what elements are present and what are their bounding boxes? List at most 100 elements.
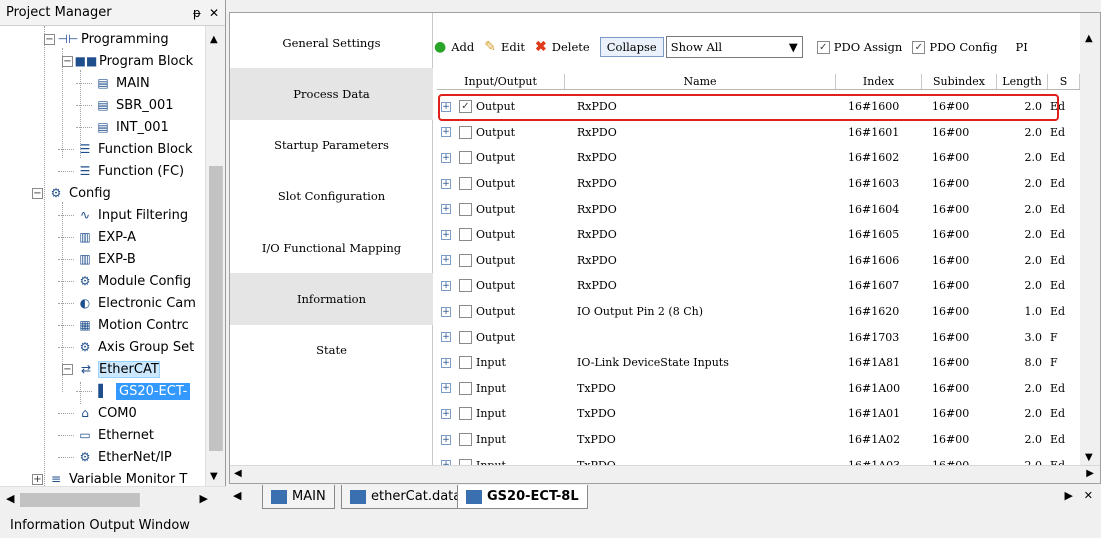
row-checkbox[interactable] — [459, 151, 472, 165]
expand-row-icon[interactable]: + — [441, 332, 451, 343]
table-vertical-scrollbar[interactable]: ▲ ▼ — [1080, 13, 1100, 465]
tree-node[interactable]: ◐ Electronic Cam — [58, 292, 196, 314]
expand-row-icon[interactable]: + — [441, 178, 451, 189]
tree-vertical-scrollbar[interactable]: ▲ ▼ — [205, 26, 225, 486]
collapse-node-icon[interactable]: − — [62, 55, 73, 67]
scroll-left-icon[interactable]: ◀ — [6, 492, 14, 505]
column-header[interactable]: Subindex — [922, 74, 997, 89]
tree-node[interactable]: − ⇄ EtherCAT — [62, 358, 160, 380]
expand-row-icon[interactable]: + — [441, 255, 451, 266]
tree-node[interactable]: ⚙ Axis Group Set — [58, 336, 194, 358]
tab-scroll-left-icon[interactable]: ◀ — [233, 489, 241, 502]
expand-row-icon[interactable]: + — [441, 229, 451, 240]
tree-node[interactable]: ▤ MAIN — [76, 72, 150, 94]
column-header[interactable]: Index — [836, 74, 922, 89]
table-row[interactable]: + Input TxPDO 16#1A00 16#00 2.0 Ed — [437, 376, 1080, 402]
row-checkbox[interactable] — [459, 177, 472, 191]
tree-node[interactable]: ⚙ EtherNet/IP — [58, 446, 172, 468]
column-header[interactable]: Length — [997, 74, 1048, 89]
tree-node[interactable]: ▤ INT_001 — [76, 116, 169, 138]
column-header[interactable]: Input/Output — [437, 74, 565, 89]
tree-node[interactable]: ☰ Function Block — [58, 138, 193, 160]
table-row[interactable]: + Output RxPDO 16#1604 16#00 2.0 Ed — [437, 196, 1080, 222]
delete-button[interactable]: ✖ Delete — [535, 39, 590, 55]
expand-row-icon[interactable]: + — [441, 383, 451, 394]
tree-node[interactable]: ⚙ Module Config — [58, 270, 191, 292]
row-checkbox[interactable] — [459, 125, 472, 139]
table-horizontal-scrollbar[interactable]: ◀ ▶ — [230, 465, 1100, 483]
tree-node[interactable]: ▥ EXP-B — [58, 248, 136, 270]
pdo-assign-checkbox[interactable]: ✓ PDO Assign — [816, 40, 902, 54]
table-row[interactable]: + Output RxPDO 16#1602 16#00 2.0 Ed — [437, 145, 1080, 171]
tree-node[interactable]: ∿ Input Filtering — [58, 204, 188, 226]
edit-button[interactable]: ✎ Edit — [484, 39, 525, 55]
tab-ethercat-data[interactable]: etherCat.data — [341, 485, 471, 509]
nav-item[interactable]: Information — [230, 273, 433, 325]
pin-icon[interactable]: ᵽ — [193, 6, 201, 20]
scroll-up-icon[interactable]: ▲ — [210, 34, 218, 45]
row-checkbox[interactable] — [459, 228, 472, 242]
row-checkbox[interactable] — [459, 433, 472, 447]
tree-node[interactable]: ☰ Function (FC) — [58, 160, 184, 182]
tab-main[interactable]: MAIN — [262, 485, 335, 509]
table-row[interactable]: + Output RxPDO 16#1607 16#00 2.0 Ed — [437, 273, 1080, 299]
tree-node[interactable]: ▌ GS20-ECT- — [76, 380, 191, 402]
scrollbar-thumb[interactable] — [209, 166, 223, 451]
nav-item[interactable]: State — [230, 324, 433, 376]
column-header[interactable]: S — [1048, 74, 1080, 89]
table-row[interactable]: + Output 16#1703 16#00 3.0 F — [437, 324, 1080, 350]
table-row[interactable]: + Output RxPDO 16#1605 16#00 2.0 Ed — [437, 222, 1080, 248]
row-checkbox[interactable] — [459, 356, 472, 370]
collapse-node-icon[interactable]: − — [44, 33, 55, 45]
expand-row-icon[interactable]: + — [441, 306, 451, 317]
expand-row-icon[interactable]: + — [441, 152, 451, 163]
scroll-right-icon[interactable]: ▶ — [200, 492, 208, 505]
table-row[interactable]: + Output RxPDO 16#1606 16#00 2.0 Ed — [437, 248, 1080, 274]
expand-row-icon[interactable]: + — [441, 434, 451, 445]
nav-item[interactable]: Startup Parameters — [230, 119, 433, 171]
expand-node-icon[interactable]: + — [32, 473, 43, 485]
show-filter-select[interactable]: Show All ▼ — [665, 36, 803, 58]
tree-node[interactable]: ⌂ COM0 — [58, 402, 137, 424]
scroll-down-icon[interactable]: ▼ — [1085, 452, 1093, 463]
collapse-node-icon[interactable]: − — [32, 187, 43, 199]
tree-node[interactable]: − ■■ Program Block — [62, 50, 193, 72]
nav-item[interactable]: General Settings — [230, 17, 433, 69]
scroll-right-icon[interactable]: ▶ — [1086, 468, 1094, 479]
scroll-down-icon[interactable]: ▼ — [210, 471, 218, 482]
tree-node[interactable]: + ≡ Variable Monitor T — [32, 468, 187, 486]
table-row[interactable]: + Output RxPDO 16#1603 16#00 2.0 Ed — [437, 171, 1080, 197]
nav-item[interactable]: Process Data — [230, 68, 433, 120]
tab-scroll-right-icon[interactable]: ▶ — [1065, 489, 1073, 502]
close-tab-icon[interactable]: ✕ — [1084, 489, 1093, 502]
nav-item[interactable]: Slot Configuration — [230, 170, 433, 222]
nav-item[interactable]: I/O Functional Mapping — [230, 222, 433, 274]
row-checkbox[interactable] — [459, 279, 472, 293]
table-row[interactable]: + Output IO Output Pin 2 (8 Ch) 16#1620 16#0… — [437, 299, 1080, 325]
close-icon[interactable]: ✕ — [209, 6, 219, 20]
table-row[interactable]: + Input TxPDO 16#1A01 16#00 2.0 Ed — [437, 401, 1080, 427]
table-row[interactable]: + Output RxPDO 16#1601 16#00 2.0 Ed — [437, 120, 1080, 146]
collapse-node-icon[interactable]: − — [62, 363, 73, 375]
expand-row-icon[interactable]: + — [441, 204, 451, 215]
scroll-up-icon[interactable]: ▲ — [1085, 33, 1093, 44]
row-checkbox[interactable] — [459, 381, 472, 395]
tree-node[interactable]: − ⚙ Config — [32, 182, 111, 204]
collapse-button[interactable]: Collapse — [599, 37, 664, 57]
row-checkbox[interactable] — [459, 202, 472, 216]
row-checkbox[interactable] — [459, 305, 472, 319]
expand-row-icon[interactable]: + — [441, 357, 451, 368]
row-checkbox[interactable] — [459, 407, 472, 421]
table-row[interactable]: + Input TxPDO 16#1A02 16#00 2.0 Ed — [437, 427, 1080, 453]
tree-node[interactable]: ▥ EXP-A — [58, 226, 136, 248]
tree-node[interactable]: ▤ SBR_001 — [76, 94, 174, 116]
tree-node[interactable]: ▦ Motion Contrc — [58, 314, 189, 336]
row-checkbox[interactable] — [459, 330, 472, 344]
scroll-left-icon[interactable]: ◀ — [234, 468, 242, 479]
tab-gs20-ect-8l[interactable]: GS20-ECT-8L — [457, 485, 588, 509]
expand-row-icon[interactable]: + — [441, 127, 451, 138]
scrollbar-thumb[interactable] — [20, 493, 140, 507]
column-header[interactable]: Name — [565, 74, 836, 89]
tree-horizontal-scrollbar[interactable]: ◀ ▶ — [0, 486, 226, 512]
expand-row-icon[interactable]: + — [441, 408, 451, 419]
